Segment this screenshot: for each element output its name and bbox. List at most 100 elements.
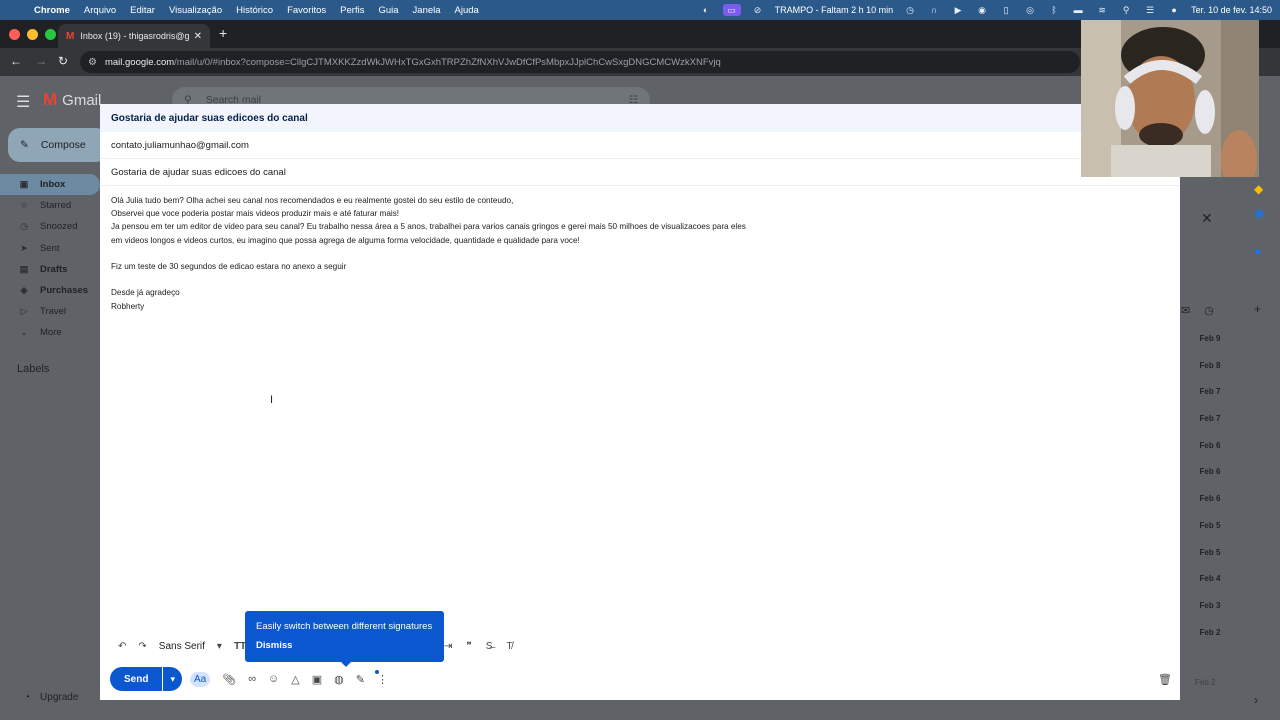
labels-heading: Labels <box>17 363 50 375</box>
send-button[interactable]: Send <box>110 667 163 691</box>
sidebar-item-label: Drafts <box>40 263 68 275</box>
gmail-logo[interactable]: M Gmail <box>43 90 101 110</box>
menu-janela[interactable]: Janela <box>413 5 441 16</box>
subject-field[interactable]: Gostaria de ajudar suas edicoes do canal <box>100 159 1180 186</box>
contacts-icon[interactable]: ● <box>1254 244 1261 258</box>
email-date: Feb 2 <box>1195 678 1216 687</box>
tag-icon: ◈ <box>20 285 28 296</box>
site-info-icon[interactable]: ⚙ <box>88 57 97 68</box>
upgrade-icon: ◔ <box>24 692 31 703</box>
webcam-overlay <box>1081 20 1259 177</box>
quote-icon[interactable]: ❞ <box>466 641 471 652</box>
menu-favoritos[interactable]: Favoritos <box>287 5 326 16</box>
compose-button[interactable]: ✎ Compose <box>8 128 108 162</box>
add-addon-icon[interactable]: + <box>1254 302 1261 316</box>
menu-perfis[interactable]: Perfis <box>340 5 364 16</box>
reload-icon[interactable]: ↻ <box>58 54 68 68</box>
forward-icon[interactable]: → <box>35 54 47 68</box>
sidebar-item-starred[interactable]: ☆ Starred <box>0 195 100 216</box>
signature-icon[interactable]: ✎ <box>356 673 365 686</box>
main-menu-icon[interactable]: ☰ <box>16 92 30 112</box>
screen-record-icon[interactable]: ▭ <box>722 4 741 16</box>
address-bar[interactable]: ⚙ mail.google.com/mail/u/0/#inbox?compos… <box>80 51 1080 73</box>
clock-icon[interactable]: ◷ <box>903 4 917 16</box>
sidebar-item-more[interactable]: ⌄ More <box>0 322 100 343</box>
font-family-select[interactable]: Sans Serif <box>159 641 205 652</box>
dismiss-button[interactable]: Dismiss <box>256 640 433 651</box>
discard-draft-icon[interactable]: 🗑︎ <box>1158 673 1172 686</box>
focus-timer-status[interactable]: TRAMPO - Faltam 2 h 10 min <box>775 5 894 15</box>
list-header-icons: ✉ ◷ <box>1181 304 1214 317</box>
message-body[interactable]: Olá Julia tudo bem? Olha achei seu canal… <box>100 186 1180 321</box>
bluetooth-icon[interactable]: ᛒ <box>1047 4 1061 16</box>
confidential-mode-icon[interactable]: ◍ <box>334 673 344 686</box>
remove-formatting-icon[interactable]: T̸ <box>506 641 512 652</box>
menu-visualizacao[interactable]: Visualização <box>169 5 222 16</box>
keep-icon[interactable]: ◆ <box>1254 182 1263 196</box>
sidebar-item-label: Starred <box>40 200 72 212</box>
sidebar-item-drafts[interactable]: ▤ Drafts <box>0 259 100 280</box>
close-tab-icon[interactable]: ✕ <box>194 31 202 42</box>
user-icon[interactable]: ● <box>1167 4 1181 16</box>
insert-photo-icon[interactable]: ▣ <box>312 673 322 686</box>
undo-icon[interactable]: ↶ <box>118 641 126 652</box>
maximize-window-button[interactable] <box>45 29 56 40</box>
play-icon[interactable]: ▶ <box>951 4 965 16</box>
close-window-button[interactable] <box>9 29 20 40</box>
emoji-icon[interactable]: ☺ <box>268 673 279 685</box>
strikethrough-icon[interactable]: S̶ <box>486 641 493 652</box>
email-date: Feb 6 <box>1199 440 1221 450</box>
mute-icon[interactable]: ⊘ <box>751 4 765 16</box>
minimize-window-button[interactable] <box>27 29 38 40</box>
wifi-icon[interactable]: ≋ <box>1095 4 1109 16</box>
drive-icon[interactable]: △ <box>291 673 299 686</box>
menu-ajuda[interactable]: Ajuda <box>455 5 479 16</box>
email-date: Feb 5 <box>1199 520 1221 530</box>
menu-guia[interactable]: Guia <box>378 5 398 16</box>
menu-editar[interactable]: Editar <box>130 5 155 16</box>
vpn-icon[interactable]: ◉ <box>975 4 989 16</box>
formatting-options-button[interactable]: Aa <box>189 671 211 687</box>
close-panel-icon[interactable]: ✕ <box>1201 210 1213 227</box>
send-options-button[interactable]: ▾ <box>163 667 182 691</box>
mail-icon[interactable]: ✉ <box>1181 304 1190 317</box>
new-tab-button[interactable]: + <box>219 25 227 41</box>
to-field[interactable]: contato.juliamunhao@gmail.com <box>100 132 1180 159</box>
battery-icon[interactable]: ▬ <box>1071 4 1085 16</box>
indent-more-icon[interactable]: ⇥ <box>444 641 452 652</box>
sidebar-item-inbox[interactable]: ▣ Inbox <box>0 174 100 196</box>
attach-file-icon[interactable]: 📎︎ <box>222 673 236 686</box>
compose-header[interactable]: Gostaria de ajudar suas edicoes do canal <box>100 104 1180 132</box>
sidebar-nav: ▣ Inbox ☆ Starred ◷ Snoozed ➤ Sent ▤ Drafts ◈… <box>0 174 100 344</box>
sidebar-item-travel[interactable]: ▷ Travel <box>0 301 100 322</box>
sync-icon[interactable]: ◐ <box>699 4 713 16</box>
redo-icon[interactable]: ↷ <box>138 641 146 652</box>
insert-link-icon[interactable]: ∞ <box>248 673 256 685</box>
email-date: Feb 5 <box>1199 547 1221 557</box>
menubar-datetime[interactable]: Ter. 10 de fev. 14:50 <box>1191 5 1272 15</box>
tasks-icon[interactable]: ◉ <box>1254 206 1264 220</box>
more-options-icon[interactable]: ⋮ <box>377 673 388 686</box>
menu-arquivo[interactable]: Arquivo <box>84 5 116 16</box>
browser-tab-gmail[interactable]: M Inbox (19) - thigasrodris@gm ✕ <box>58 24 210 48</box>
subject-value[interactable]: Gostaria de ajudar suas edicoes do canal <box>111 167 286 178</box>
headphones-icon[interactable]: ∩ <box>927 4 941 16</box>
airdrop-icon[interactable]: ◎ <box>1023 4 1037 16</box>
phone-icon[interactable]: ▯ <box>999 4 1013 16</box>
control-center-icon[interactable]: ☰ <box>1143 4 1157 16</box>
dropdown-arrow-icon[interactable]: ▾ <box>217 641 222 652</box>
menu-historico[interactable]: Histórico <box>236 5 273 16</box>
clock-icon[interactable]: ◷ <box>1204 304 1214 317</box>
spotlight-search-icon[interactable]: ⚲ <box>1119 4 1133 16</box>
menu-chrome[interactable]: Chrome <box>34 5 70 16</box>
expand-panel-icon[interactable]: › <box>1254 693 1258 707</box>
body-line: Fiz um teste de 30 segundos de edicao es… <box>111 261 347 271</box>
sidebar-item-purchases[interactable]: ◈ Purchases <box>0 280 100 301</box>
sidebar-item-sent[interactable]: ➤ Sent <box>0 238 100 259</box>
sidebar-item-snoozed[interactable]: ◷ Snoozed <box>0 216 100 237</box>
upgrade-button[interactable]: ◔ Upgrade <box>24 692 78 703</box>
back-icon[interactable]: ← <box>10 54 22 68</box>
recipient-email[interactable]: contato.juliamunhao@gmail.com <box>111 140 249 151</box>
text-cursor-icon: I <box>270 394 274 406</box>
